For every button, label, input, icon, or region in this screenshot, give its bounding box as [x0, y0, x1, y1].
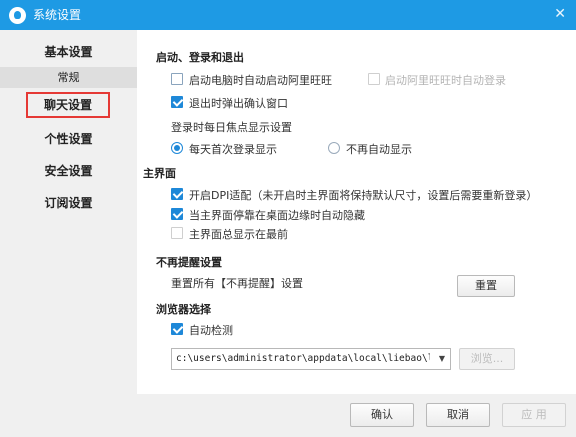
auto-start-checkbox[interactable]	[171, 73, 183, 85]
auto-login-checkbox	[368, 73, 380, 85]
window-title: 系统设置	[33, 8, 82, 22]
no-remind-heading: 不再提醒设置	[156, 256, 222, 269]
autohide-checkbox[interactable]	[171, 208, 183, 220]
dpi-checkbox[interactable]	[171, 188, 183, 200]
autohide-label: 当主界面停靠在桌面边缘时自动隐藏	[189, 209, 365, 222]
browser-heading: 浏览器选择	[156, 303, 211, 316]
reset-button[interactable]: 重置	[457, 275, 515, 297]
auto-login-label: 启动阿里旺旺时自动登录	[385, 74, 506, 87]
dialog-footer: 确认 取消 应 用	[0, 394, 576, 437]
topmost-label: 主界面总显示在最前	[189, 228, 288, 241]
focus-daily-radio[interactable]	[171, 142, 183, 154]
sidebar-item-chat[interactable]: 聊天设置	[26, 92, 110, 118]
app-logo-icon	[9, 7, 26, 24]
sidebar-item-basic[interactable]: 基本设置	[0, 43, 137, 60]
sidebar: 基本设置 常规 聊天设置 个性设置 安全设置 订阅设置	[0, 30, 137, 394]
auto-detect-label: 自动检测	[189, 324, 233, 337]
focus-setting-label: 登录时每日焦点显示设置	[171, 121, 292, 134]
sidebar-item-security[interactable]: 安全设置	[0, 162, 137, 179]
cancel-button[interactable]: 取消	[426, 403, 490, 427]
ok-button[interactable]: 确认	[350, 403, 414, 427]
focus-never-label: 不再自动显示	[346, 143, 412, 156]
sidebar-item-subscription[interactable]: 订阅设置	[0, 194, 137, 211]
settings-panel: 启动、登录和退出 启动电脑时自动启动阿里旺旺 启动阿里旺旺时自动登录 退出时弹出…	[137, 30, 576, 394]
main-ui-heading: 主界面	[143, 167, 176, 180]
sidebar-item-personal[interactable]: 个性设置	[0, 130, 137, 147]
topmost-checkbox[interactable]	[171, 227, 183, 239]
browse-button[interactable]: 浏览...	[459, 348, 515, 370]
apply-button[interactable]: 应 用	[502, 403, 566, 427]
browser-path-value: c:\users\administrator\appdata\local\lie…	[176, 353, 430, 364]
auto-start-label: 启动电脑时自动启动阿里旺旺	[189, 74, 332, 87]
sidebar-item-general[interactable]: 常规	[0, 67, 137, 88]
focus-never-radio[interactable]	[328, 142, 340, 154]
browser-path-select[interactable]: c:\users\administrator\appdata\local\lie…	[171, 348, 451, 370]
exit-confirm-label: 退出时弹出确认窗口	[189, 97, 288, 110]
focus-daily-label: 每天首次登录显示	[189, 143, 277, 156]
title-bar: 系统设置 ✕	[0, 0, 576, 30]
close-icon[interactable]: ✕	[554, 7, 566, 21]
chevron-down-icon[interactable]: ▼	[439, 354, 445, 363]
exit-confirm-checkbox[interactable]	[171, 96, 183, 108]
reset-remind-label: 重置所有【不再提醒】设置	[171, 277, 303, 290]
startup-heading: 启动、登录和退出	[156, 51, 244, 64]
dpi-label: 开启DPI适配（未开启时主界面将保持默认尺寸，设置后需要重新登录）	[189, 189, 538, 202]
auto-detect-checkbox[interactable]	[171, 323, 183, 335]
